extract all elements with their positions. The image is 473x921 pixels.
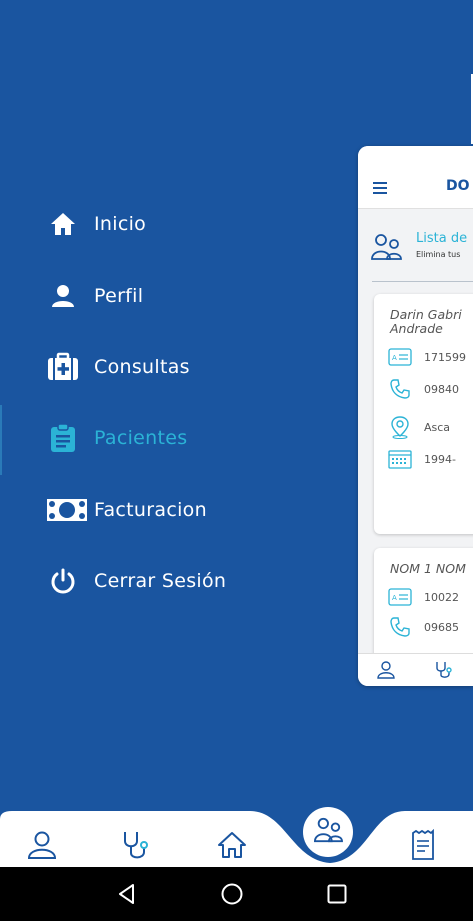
patient-name: Darin Gabri Andrade (390, 307, 462, 336)
phone-icon (388, 378, 412, 400)
preview-header: DO (358, 146, 473, 209)
patients-center-button[interactable] (303, 807, 353, 857)
patient-id-row: A 171599 (388, 346, 466, 368)
stethoscope-icon[interactable] (118, 827, 154, 863)
menu-label-pacientes: Pacientes (94, 427, 188, 449)
home-circle-icon[interactable] (219, 881, 245, 907)
profile-icon[interactable] (24, 827, 60, 863)
home-outline-icon[interactable] (214, 827, 250, 863)
patient-birth-row: 1994- (388, 448, 456, 470)
system-navigation-bar (0, 867, 473, 921)
patient-address-row: Asca (388, 416, 450, 439)
medical-kit-icon (46, 350, 80, 384)
power-icon (46, 564, 80, 598)
menu-label-perfil: Perfil (94, 285, 144, 307)
menu-label-inicio: Inicio (94, 213, 147, 235)
preview-brand: DO (446, 178, 470, 194)
app-preview-panel[interactable]: DO Lista de Elimina tus Darin Gabri Andr… (358, 146, 473, 686)
svg-text:A: A (392, 594, 397, 602)
patient-name: NOM 1 NOM (390, 561, 466, 576)
document-icon[interactable] (405, 827, 441, 863)
active-indicator (0, 405, 2, 475)
menu-item-consultas[interactable]: Consultas (46, 347, 190, 387)
stethoscope-icon[interactable] (434, 660, 454, 684)
menu-label-facturacion: Facturacion (94, 499, 207, 521)
home-icon (46, 207, 80, 241)
preview-list-subtitle: Elimina tus (416, 250, 461, 259)
menu-item-pacientes[interactable]: Pacientes (46, 418, 187, 458)
preview-bottom-nav (358, 653, 473, 686)
preview-list-header: Lista de Elimina tus (358, 216, 473, 286)
phone-icon (388, 616, 412, 638)
patient-card[interactable]: Darin Gabri Andrade A 171599 09840 Asca … (374, 294, 473, 534)
menu-item-perfil[interactable]: Perfil (46, 276, 143, 316)
menu-label-cerrar-sesion: Cerrar Sesión (94, 570, 227, 592)
preview-list-title: Lista de (416, 231, 468, 246)
divider (372, 281, 473, 282)
person-icon (46, 279, 80, 313)
location-pin-icon (388, 416, 412, 439)
bottom-navigation (0, 805, 473, 867)
svg-text:A: A (392, 354, 397, 362)
id-card-icon: A (388, 586, 412, 608)
hamburger-icon[interactable] (373, 182, 387, 197)
patient-id-row: A 10022 (388, 586, 459, 608)
menu-label-consultas: Consultas (94, 356, 190, 378)
id-card-icon: A (388, 346, 412, 368)
patient-phone-row: 09840 (388, 378, 459, 400)
profile-icon[interactable] (376, 661, 396, 683)
back-icon[interactable] (114, 881, 140, 907)
patient-phone-row: 09685 (388, 616, 459, 638)
money-icon (46, 493, 88, 527)
menu-item-cerrar-sesion[interactable]: Cerrar Sesión (46, 561, 226, 601)
doctor-patient-icon (313, 816, 343, 848)
calendar-icon (388, 448, 412, 470)
clipboard-icon (46, 421, 80, 455)
recents-icon[interactable] (324, 881, 350, 907)
doctor-patient-icon (370, 232, 402, 266)
menu-item-facturacion[interactable]: Facturacion (46, 490, 207, 530)
menu-item-inicio[interactable]: Inicio (46, 204, 146, 244)
